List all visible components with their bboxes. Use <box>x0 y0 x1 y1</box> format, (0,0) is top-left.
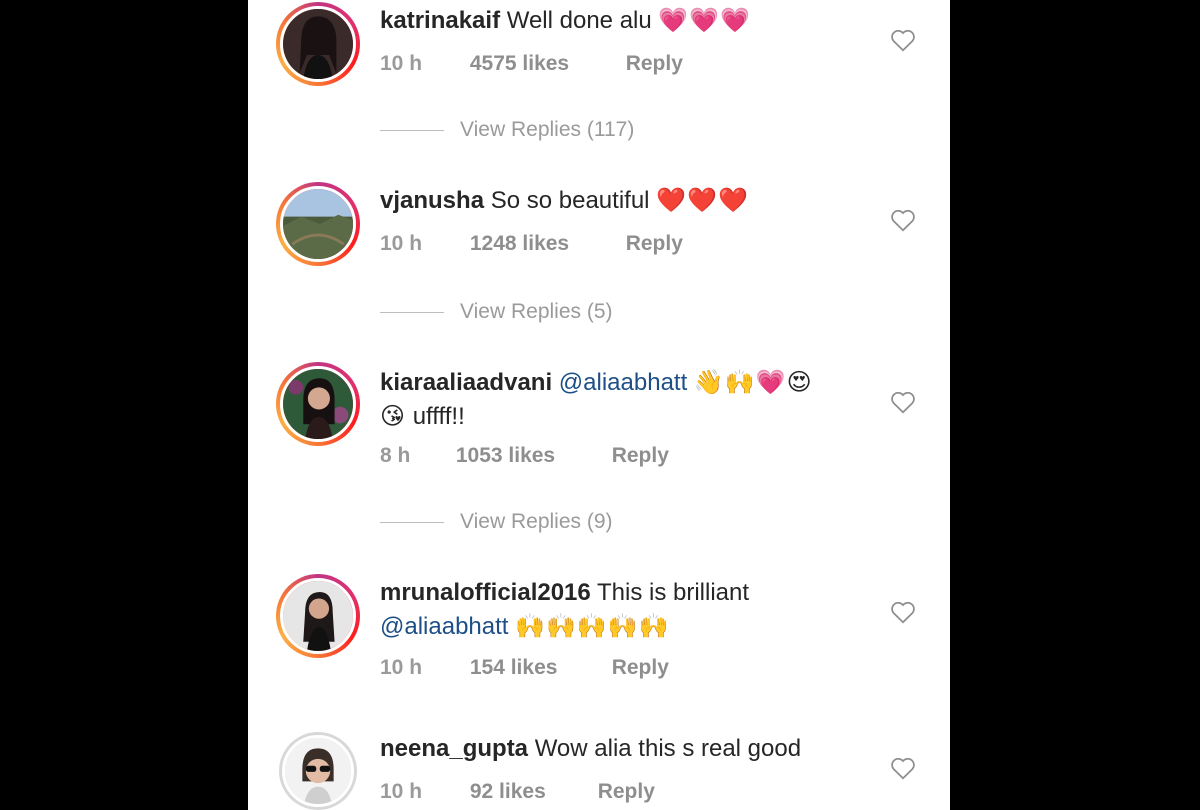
comment-username[interactable]: katrinakaif <box>380 7 500 34</box>
avatar-story-ring[interactable] <box>276 574 360 658</box>
heart-outline-icon[interactable] <box>890 756 916 780</box>
comment-meta: 10 h 92 likes Reply <box>380 780 655 804</box>
comments-panel: katrinakaif Well done alu 💗💗💗 10 h 4575 … <box>248 0 950 810</box>
divider-line <box>380 311 444 313</box>
comment-likes[interactable]: 4575 likes <box>470 52 620 76</box>
comment-emojis: 😘 <box>380 403 407 430</box>
comment-body: Wow alia this s real good <box>534 735 802 762</box>
comment-time: 10 h <box>380 52 423 75</box>
reply-button[interactable]: Reply <box>598 780 655 804</box>
comment-meta: 10 h 154 likes Reply <box>380 656 669 680</box>
avatar <box>280 578 356 654</box>
comment-time: 10 h <box>380 656 423 679</box>
comment-username[interactable]: neena_gupta <box>380 735 528 762</box>
mention-link[interactable]: @aliaabhatt <box>380 613 508 640</box>
view-replies-label: View Replies (9) <box>460 510 613 533</box>
reply-button[interactable]: Reply <box>626 232 683 256</box>
avatar-story-ring[interactable] <box>276 182 360 266</box>
comment-emojis: 👋🙌💗😍 <box>693 369 813 396</box>
comment-text: kiaraaliaadvani @aliaabhatt 👋🙌💗😍 😘 uffff… <box>380 366 880 434</box>
comment-username[interactable]: vjanusha <box>380 187 484 214</box>
screenshot-frame: katrinakaif Well done alu 💗💗💗 10 h 4575 … <box>0 0 1200 810</box>
reply-button[interactable]: Reply <box>612 656 669 680</box>
comment-meta: 8 h 1053 likes Reply <box>380 444 669 468</box>
comment-likes[interactable]: 1053 likes <box>456 444 606 468</box>
comment-likes[interactable]: 1248 likes <box>470 232 620 256</box>
reply-button[interactable]: Reply <box>612 444 669 468</box>
comment-emojis: ❤️❤️❤️ <box>656 187 749 214</box>
comment-meta: 10 h 1248 likes Reply <box>380 232 683 256</box>
comment-body: Well done alu <box>506 7 652 34</box>
avatar-story-ring[interactable] <box>276 2 360 86</box>
comment-body: This is brilliant <box>596 579 750 606</box>
avatar[interactable] <box>279 732 357 810</box>
comment-body: So so beautiful <box>490 187 650 214</box>
comment-emojis: 💗💗💗 <box>658 7 752 34</box>
comment-time: 10 h <box>380 232 423 255</box>
view-replies-button[interactable]: View Replies (5) <box>380 300 613 324</box>
avatar-image <box>282 735 354 807</box>
comment-likes[interactable]: 154 likes <box>470 656 606 680</box>
comment-username[interactable]: kiaraaliaadvani <box>380 369 552 396</box>
view-replies-label: View Replies (117) <box>460 118 635 141</box>
heart-outline-icon[interactable] <box>890 208 916 232</box>
comment-time: 10 h <box>380 780 423 803</box>
avatar <box>280 186 356 262</box>
comment-text: neena_gupta Wow alia this s real good <box>380 732 880 766</box>
reply-button[interactable]: Reply <box>626 52 683 76</box>
comment-time: 8 h <box>380 444 411 467</box>
comment-likes[interactable]: 92 likes <box>470 780 592 804</box>
comment-text: katrinakaif Well done alu 💗💗💗 <box>380 4 880 38</box>
heart-outline-icon[interactable] <box>890 600 916 624</box>
comment-meta: 10 h 4575 likes Reply <box>380 52 683 76</box>
view-replies-button[interactable]: View Replies (117) <box>380 118 634 142</box>
heart-outline-icon[interactable] <box>890 28 916 52</box>
view-replies-label: View Replies (5) <box>460 300 613 323</box>
comment-emojis: 🙌🙌🙌🙌🙌 <box>515 613 670 640</box>
mention-link[interactable]: @aliaabhatt <box>559 369 687 396</box>
heart-outline-icon[interactable] <box>890 390 916 414</box>
comment-text: vjanusha So so beautiful ❤️❤️❤️ <box>380 184 880 218</box>
avatar-story-ring[interactable] <box>276 362 360 446</box>
view-replies-button[interactable]: View Replies (9) <box>380 510 613 534</box>
divider-line <box>380 521 444 523</box>
avatar <box>280 6 356 82</box>
divider-line <box>380 129 444 131</box>
comment-body: uffff!! <box>412 403 465 430</box>
avatar <box>280 366 356 442</box>
comment-text: mrunalofficial2016 This is brilliant @al… <box>380 576 880 644</box>
comment-username[interactable]: mrunalofficial2016 <box>380 579 591 606</box>
